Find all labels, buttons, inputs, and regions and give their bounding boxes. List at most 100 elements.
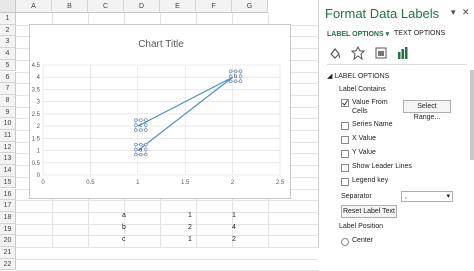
row-header-20[interactable]: 20 (0, 235, 16, 247)
label-options-icon[interactable] (396, 46, 410, 60)
reset-label-text-button[interactable]: Reset Label Text (341, 205, 397, 218)
row-header-15[interactable]: 15 (0, 176, 16, 189)
selection-handle[interactable] (134, 152, 138, 157)
selection-handle[interactable] (144, 142, 148, 147)
gridline-row (16, 211, 318, 213)
size-properties-icon[interactable] (374, 46, 388, 60)
column-header-d[interactable]: D (124, 0, 160, 13)
selection-handle[interactable] (139, 152, 143, 157)
row-header-4[interactable]: 4 (0, 48, 16, 60)
x-tick-label: 2.5 (276, 180, 285, 186)
column-header-e[interactable]: E (160, 0, 196, 13)
fill-line-icon[interactable] (328, 46, 342, 60)
x-tick-label: 0 (41, 180, 45, 186)
selection-handle[interactable] (144, 123, 148, 127)
selection-handle[interactable] (238, 79, 243, 83)
row-header-10[interactable]: 10 (0, 118, 16, 130)
value-from-cells-label: Value From Cells (352, 99, 388, 115)
selection-handle[interactable] (144, 147, 148, 152)
column-header-a[interactable]: A (16, 0, 52, 13)
row-header-7[interactable]: 7 (0, 83, 16, 95)
selection-handle[interactable] (134, 128, 138, 132)
y-tick-label: 0.5 (32, 161, 41, 167)
row-header-18[interactable]: 18 (0, 211, 16, 224)
separator-select[interactable]: , ▾ (401, 191, 453, 202)
leader-lines-checkbox[interactable] (341, 164, 349, 172)
tab-label-options-text: LABEL OPTIONS (327, 31, 384, 38)
section-label-options[interactable]: ◢ LABEL OPTIONS (327, 72, 389, 80)
selection-handle[interactable] (134, 142, 138, 147)
cell-f19[interactable]: 1 (232, 212, 236, 219)
selection-handle[interactable] (228, 74, 233, 78)
selection-handle[interactable] (233, 79, 238, 83)
series-name-checkbox[interactable] (341, 122, 349, 130)
selection-handle[interactable] (144, 152, 148, 157)
cell-d19[interactable]: a (122, 212, 126, 219)
center-radio[interactable] (341, 238, 349, 246)
row-header-16[interactable]: 16 (0, 188, 16, 201)
gridline-row (16, 200, 318, 202)
row-header-11[interactable]: 11 (0, 130, 16, 142)
column-header-g[interactable]: G (232, 0, 268, 13)
value-from-cells-checkbox[interactable] (341, 99, 349, 107)
cell-f20[interactable]: 4 (232, 224, 236, 231)
row-header-2[interactable]: 2 (0, 24, 16, 37)
pane-title: Format Data Labels (325, 6, 440, 21)
row-header-1[interactable]: 1 (0, 13, 16, 25)
chart-svg[interactable]: Chart Title 0 0.5 1 1.5 2 2.5 3 3.5 4 4.5 0 0.5 1 1.5 2… (30, 25, 292, 200)
cell-e19[interactable]: 1 (188, 212, 192, 219)
selection-handle[interactable] (144, 118, 148, 122)
select-range-button[interactable]: Select Range... (403, 100, 451, 121)
pane-menu-icon[interactable]: ▾ (451, 7, 456, 18)
row-header-3[interactable]: 3 (0, 36, 16, 49)
cell-d21[interactable]: c (122, 236, 126, 243)
y-tick-label: 0 (37, 173, 41, 179)
tab-label-options[interactable]: LABEL OPTIONS ▾ (327, 30, 389, 38)
row-header-9[interactable]: 9 (0, 106, 16, 119)
x-value-checkbox[interactable] (341, 136, 349, 144)
tab-text-options[interactable]: TEXT OPTIONS (394, 30, 445, 37)
selection-handle[interactable] (228, 69, 233, 73)
column-header-f[interactable]: F (196, 0, 232, 13)
row-header-8[interactable]: 8 (0, 94, 16, 107)
selection-handle[interactable] (134, 118, 138, 122)
row-header-21[interactable]: 21 (0, 247, 16, 259)
row-header-13[interactable]: 13 (0, 153, 16, 166)
y-tick-label: 4 (37, 75, 41, 81)
cell-f21[interactable]: 2 (232, 236, 236, 243)
column-header-c[interactable]: C (88, 0, 124, 13)
row-header-19[interactable]: 19 (0, 223, 16, 236)
x-value-label: X Value (352, 135, 376, 142)
selection-handle[interactable] (139, 142, 143, 147)
chart-area[interactable]: Chart Title 0 0.5 1 1.5 2 2.5 3 3.5 4 4.5 0 0.5 1 1.5 2… (29, 24, 291, 199)
selection-handle[interactable] (228, 79, 233, 83)
row-header-14[interactable]: 14 (0, 165, 16, 177)
row-header-6[interactable]: 6 (0, 71, 16, 84)
selection-handle[interactable] (134, 147, 138, 152)
data-label[interactable]: c (139, 123, 142, 129)
center-label: Center (352, 237, 374, 244)
separator-value: , (405, 193, 407, 200)
selection-handle[interactable] (134, 123, 138, 127)
cell-e20[interactable]: 2 (188, 224, 192, 231)
legend-key-checkbox[interactable] (341, 178, 349, 186)
select-all-corner[interactable] (0, 0, 16, 13)
selection-handle[interactable] (233, 69, 238, 73)
column-header-b[interactable]: B (52, 0, 88, 13)
chart-title[interactable]: Chart Title (138, 39, 184, 50)
row-header-5[interactable]: 5 (0, 59, 16, 72)
y-value-checkbox[interactable] (341, 150, 349, 158)
selection-handle[interactable] (139, 128, 143, 132)
selection-handle[interactable] (139, 118, 143, 122)
selection-handle[interactable] (238, 69, 243, 73)
cell-d20[interactable]: b (122, 224, 126, 231)
pane-scrollbar[interactable] (470, 70, 474, 160)
selection-handle[interactable] (144, 128, 148, 132)
selection-handle[interactable] (238, 74, 243, 78)
close-icon[interactable]: ✕ (462, 7, 470, 18)
row-header-17[interactable]: 17 (0, 200, 16, 212)
cell-e21[interactable]: 1 (188, 236, 192, 243)
row-header-22[interactable]: 22 (0, 258, 16, 271)
row-header-12[interactable]: 12 (0, 141, 16, 154)
effects-icon[interactable] (351, 46, 365, 60)
